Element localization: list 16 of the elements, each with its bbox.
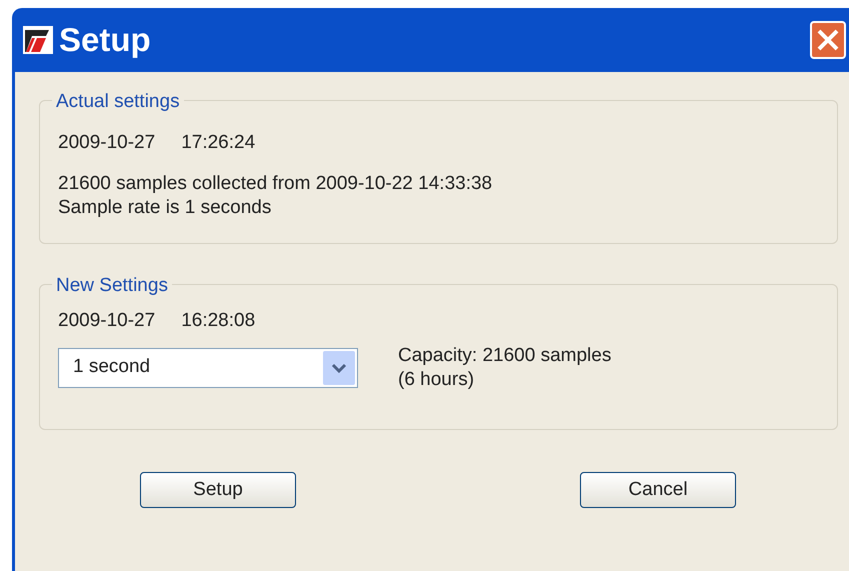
- chevron-down-icon: [323, 350, 355, 384]
- sample-rate-text: Sample rate is 1 seconds: [58, 196, 272, 220]
- new-time: 16:28:08: [181, 309, 256, 333]
- close-button[interactable]: [810, 21, 846, 59]
- close-icon: [816, 28, 840, 52]
- window-title: Setup: [59, 20, 151, 60]
- current-time: 17:26:24: [181, 131, 256, 155]
- samples-collected-text: 21600 samples collected from 2009-10-22 14:33:38: [58, 172, 494, 196]
- dialog-button[interactable]: Setup: [140, 472, 296, 508]
- duration-text: (6 hours): [398, 368, 476, 392]
- dialog-button[interactable]: Cancel: [580, 472, 736, 508]
- current-date: 2009-10-27: [58, 131, 156, 155]
- app-logo-icon: [23, 26, 53, 54]
- sample-rate-dropdown[interactable]: 1 second: [58, 348, 358, 388]
- capacity-text: Capacity: 21600 samples: [398, 344, 612, 368]
- new-date: 2009-10-27: [58, 309, 156, 333]
